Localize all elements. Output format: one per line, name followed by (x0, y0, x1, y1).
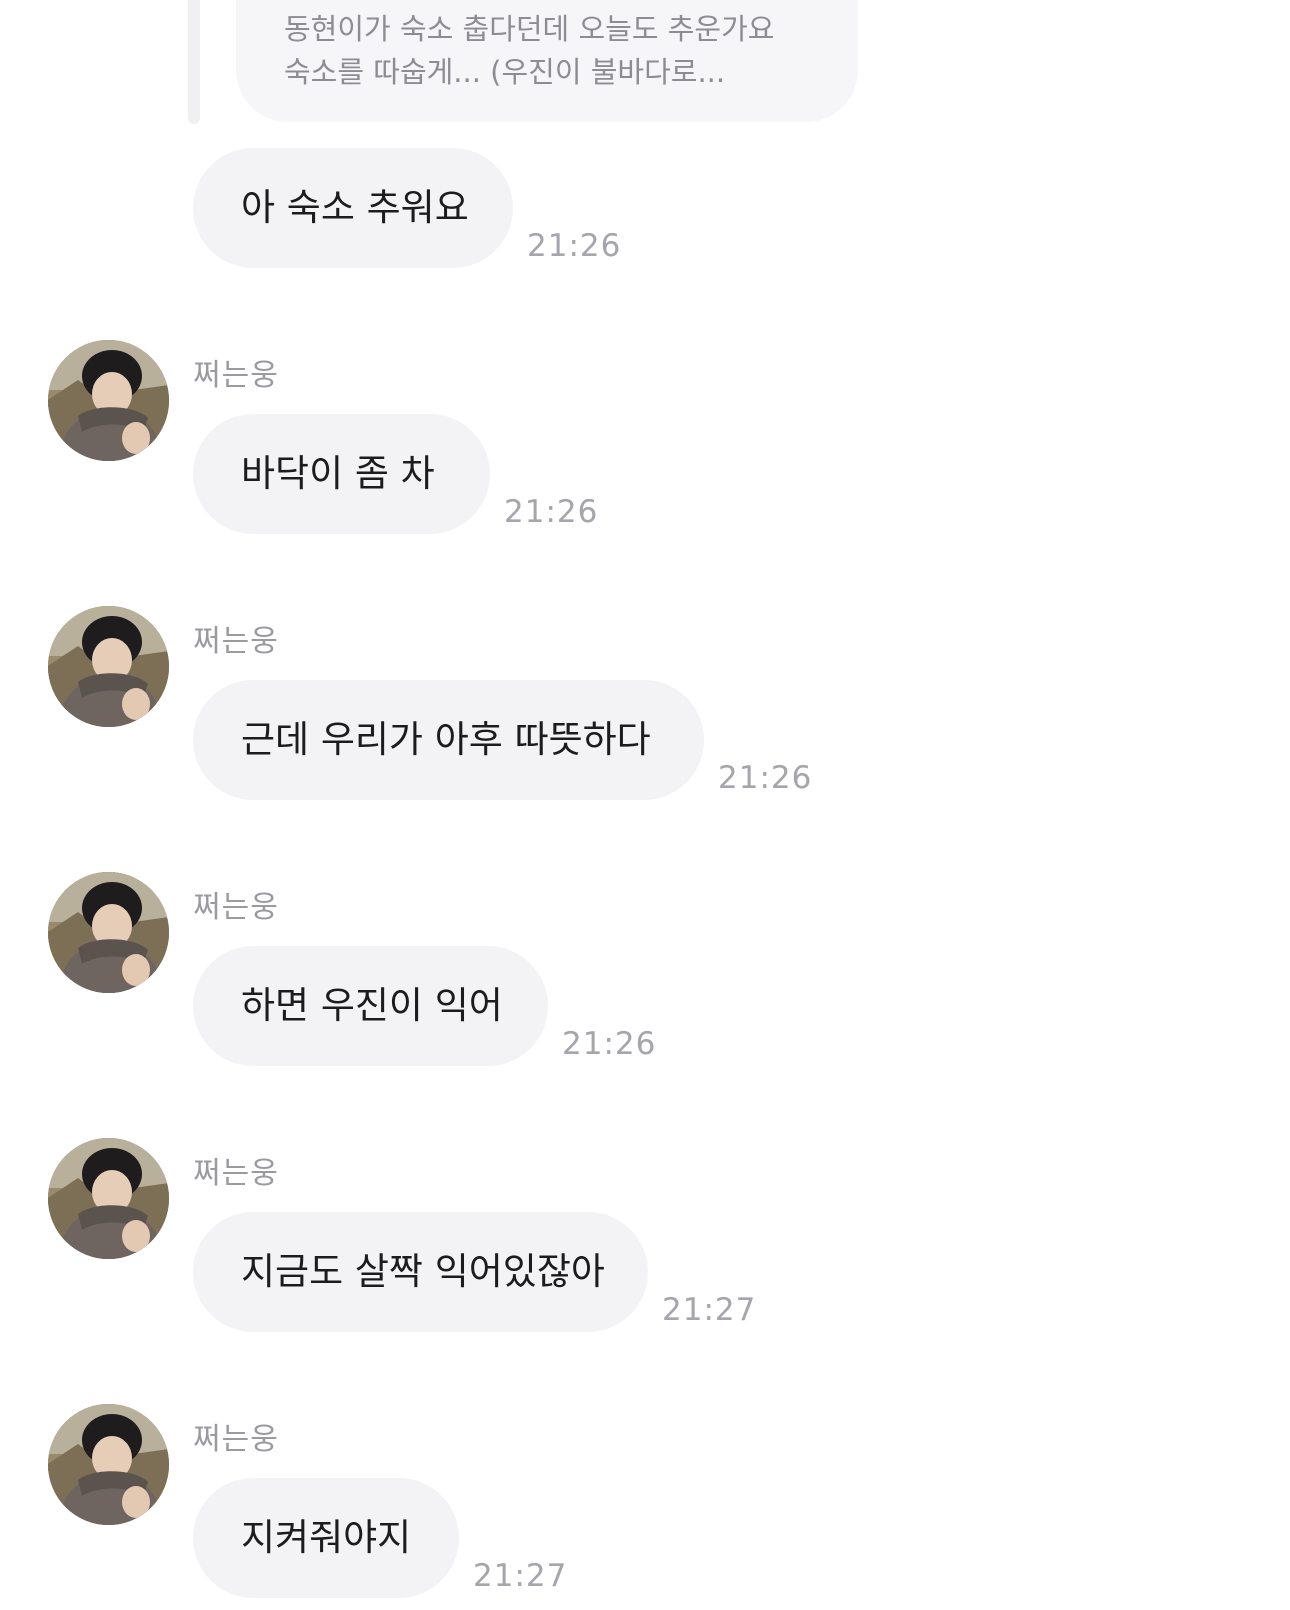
reply-quote-line: 동현이가 숙소 춥다던데 오늘도 추운가요 (284, 12, 775, 46)
message-timestamp: 21:27 (662, 1292, 757, 1328)
avatar[interactable] (48, 872, 169, 993)
message-text: 지켜줘야지 (241, 1516, 412, 1559)
chat-message: 아 숙소 추워요 21:26 (0, 148, 1290, 348)
message-timestamp: 21:27 (473, 1558, 568, 1594)
reply-quote-line: 숙소를 따숩게... (우진이 불바다로... (284, 55, 726, 89)
sender-name: 쩌는웅 (193, 1422, 279, 1457)
chat-message: 쩌는웅 지켜줘야지 21:27 (0, 1404, 1290, 1604)
sender-name: 쩌는웅 (193, 1156, 279, 1191)
message-text: 근데 우리가 아후 따뜻하다 (241, 718, 651, 761)
message-bubble[interactable]: 아 숙소 추워요 (193, 148, 513, 268)
message-timestamp: 21:26 (504, 494, 599, 530)
reply-quote-bubble[interactable]: 동현이가 숙소 춥다던데 오늘도 추운가요 숙소를 따숩게... (우진이 불바… (236, 0, 858, 122)
message-bubble[interactable]: 근데 우리가 아후 따뜻하다 (193, 680, 704, 800)
sender-name: 쩌는웅 (193, 358, 279, 393)
message-bubble[interactable]: 하면 우진이 익어 (193, 946, 548, 1066)
message-timestamp: 21:26 (562, 1026, 657, 1062)
avatar[interactable] (48, 606, 169, 727)
message-timestamp: 21:26 (527, 228, 622, 264)
avatar[interactable] (48, 1138, 169, 1259)
avatar[interactable] (48, 340, 169, 461)
message-bubble[interactable]: 바닥이 좀 차 (193, 414, 490, 534)
chat-message: 쩌는웅 지금도 살짝 익어있잖아 21:27 (0, 1138, 1290, 1338)
message-text: 하면 우진이 익어 (241, 984, 503, 1027)
message-text: 아 숙소 추워요 (241, 186, 469, 229)
chat-message: 쩌는웅 바닥이 좀 차 21:26 (0, 340, 1290, 540)
avatar[interactable] (48, 1404, 169, 1525)
chat-message: 쩌는웅 근데 우리가 아후 따뜻하다 21:26 (0, 606, 1290, 806)
message-bubble[interactable]: 지켜줘야지 (193, 1478, 459, 1598)
sender-name: 쩌는웅 (193, 624, 279, 659)
chat-message: 쩌는웅 하면 우진이 익어 21:26 (0, 872, 1290, 1072)
message-bubble[interactable]: 지금도 살짝 익어있잖아 (193, 1212, 648, 1332)
reply-indicator-bar (188, 0, 200, 124)
message-text: 바닥이 좀 차 (241, 452, 435, 495)
message-timestamp: 21:26 (718, 760, 813, 796)
message-text: 지금도 살짝 익어있잖아 (241, 1250, 605, 1293)
sender-name: 쩌는웅 (193, 890, 279, 925)
